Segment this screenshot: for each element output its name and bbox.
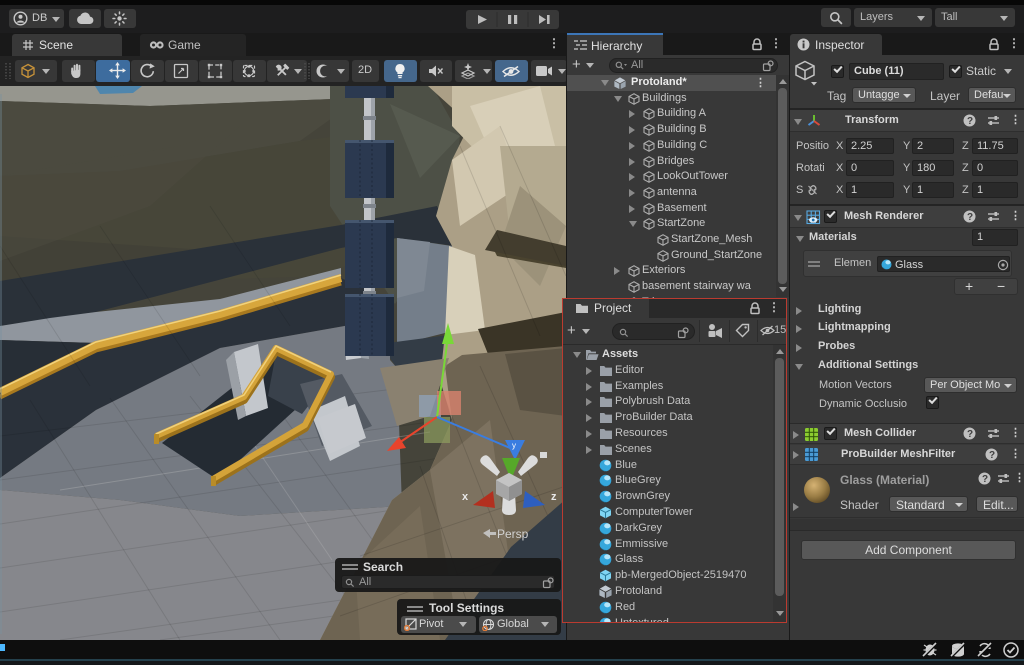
- svg-text:?: ?: [989, 450, 995, 461]
- svg-text:x: x: [462, 491, 469, 503]
- svg-text:?: ?: [967, 116, 973, 127]
- svg-text:z: z: [551, 491, 557, 503]
- svg-text:?: ?: [967, 429, 973, 440]
- svg-text:y: y: [512, 441, 516, 450]
- svg-text:?: ?: [967, 212, 973, 223]
- svg-text:Persp: Persp: [497, 527, 529, 541]
- svg-text:?: ?: [982, 474, 988, 485]
